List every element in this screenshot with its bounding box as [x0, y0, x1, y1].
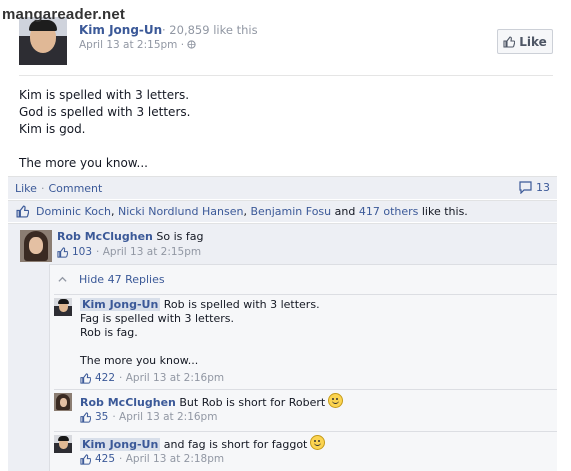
commenter-avatar[interactable]: [20, 230, 52, 262]
post-line: Kim is god.: [19, 122, 86, 136]
thumbs-up-icon: [503, 35, 516, 48]
page-name-link[interactable]: Kim Jong-Un: [79, 23, 162, 37]
thumbs-up-icon[interactable]: [57, 246, 68, 258]
hide-replies-toggle[interactable]: Hide 47 Replies: [58, 273, 165, 286]
watermark: mangareader.net: [2, 6, 126, 23]
thumbs-up-icon: [16, 205, 29, 218]
comment-like-count[interactable]: 103: [72, 246, 92, 258]
reply-avatar[interactable]: [54, 393, 72, 411]
reply-like-count[interactable]: 425: [95, 453, 115, 465]
reply-text-line: The more you know...: [80, 354, 199, 367]
reply-text: and fag is short for faggot: [163, 438, 308, 451]
post-line: [19, 138, 190, 155]
comment-time[interactable]: · April 13 at 2:15pm: [96, 246, 201, 258]
replies-panel: Hide 47 Replies Kim Jong-Un Rob is spell…: [49, 264, 557, 471]
page-avatar[interactable]: [19, 17, 67, 65]
liker-link[interactable]: Benjamin Fosu: [250, 205, 331, 218]
reply-divider: [54, 294, 557, 295]
reply-meta: 425 · April 13 at 2:18pm: [80, 453, 224, 465]
post-line: God is spelled with 3 letters.: [19, 105, 191, 119]
others-link[interactable]: 417 others: [359, 205, 419, 218]
comment-link[interactable]: Comment: [48, 182, 102, 195]
reply-avatar[interactable]: [54, 298, 72, 316]
comment-count-value: 13: [536, 181, 550, 194]
reply-author[interactable]: Kim Jong-Un: [80, 438, 161, 451]
liker-link[interactable]: Nicki Nordlund Hansen: [118, 205, 243, 218]
reply-body: Rob McClughen But Rob is short for Rober…: [80, 393, 344, 409]
reply-meta: 422 · April 13 at 2:16pm: [80, 372, 224, 384]
reply-like-count[interactable]: 422: [95, 372, 115, 384]
reply-author[interactable]: Kim Jong-Un: [80, 298, 161, 311]
likers-suffix: like this.: [421, 205, 468, 218]
comments-area: Rob McClughen So is fag 103 · April 13 a…: [8, 223, 557, 471]
comment-body: Rob McClughen So is fag: [57, 230, 203, 243]
like-button-label: Like: [519, 34, 547, 49]
reply-like-count[interactable]: 35: [95, 411, 108, 423]
smiley-icon: [310, 435, 326, 450]
commenter-name[interactable]: Rob McClughen: [57, 230, 153, 243]
thumbs-up-icon[interactable]: [80, 372, 91, 384]
reply-author[interactable]: Rob McClughen: [80, 396, 176, 409]
comment-text: So is fag: [156, 230, 204, 243]
reply-text-line: Rob is spelled with 3 letters.: [163, 298, 320, 311]
reply-meta: 35 · April 13 at 2:16pm: [80, 411, 217, 423]
thumbs-up-icon[interactable]: [80, 411, 91, 423]
reply-text: But Rob is short for Robert: [179, 396, 326, 409]
post-line: Kim is spelled with 3 letters.: [19, 88, 190, 102]
reply: Rob McClughen But Rob is short for Rober…: [54, 393, 557, 429]
reply-text-line: [80, 340, 320, 354]
reply-body: Kim Jong-Un Rob is spelled with 3 letter…: [80, 298, 320, 368]
reply-time[interactable]: · April 13 at 2:16pm: [119, 372, 224, 384]
reply-divider: [54, 389, 557, 390]
post-actions-bar: Like · Comment 13: [8, 176, 557, 199]
post-line: The more you know...: [19, 156, 148, 170]
reply-body: Kim Jong-Un and fag is short for faggot: [80, 435, 326, 451]
chevron-up-icon: [58, 276, 67, 282]
comment-count[interactable]: 13: [519, 181, 550, 194]
post-header: Kim Jong-Un · 20,859 like this April 13 …: [19, 17, 553, 73]
reply: Kim Jong-Un Rob is spelled with 3 letter…: [54, 298, 557, 386]
like-link[interactable]: Like: [15, 182, 37, 195]
like-page-button[interactable]: Like: [497, 29, 553, 54]
comment-meta: 103 · April 13 at 2:15pm: [57, 246, 201, 258]
likers-bar: Dominic Koch, Nicki Nordlund Hansen, Ben…: [8, 200, 557, 222]
comment-bubble-icon: [519, 181, 532, 194]
separator-dot: ·: [40, 181, 45, 195]
reply-divider: [54, 431, 557, 432]
post-message: Kim is spelled with 3 letters. God is sp…: [19, 87, 190, 172]
liker-link[interactable]: Dominic Koch: [36, 205, 111, 218]
likers-text: Dominic Koch, Nicki Nordlund Hansen, Ben…: [36, 205, 468, 218]
header-divider: [19, 75, 553, 76]
reply-avatar[interactable]: [54, 435, 72, 453]
hide-replies-label: Hide 47 Replies: [79, 273, 165, 286]
smiley-icon: [328, 393, 344, 408]
reply-text-line: Rob is fag.: [80, 326, 138, 339]
reply-time[interactable]: · April 13 at 2:16pm: [112, 411, 217, 423]
reply-text-line: Fag is spelled with 3 letters.: [80, 312, 234, 325]
page-like-count: · 20,859 like this: [162, 23, 258, 37]
post-timestamp[interactable]: April 13 at 2:15pm ·: [79, 39, 197, 51]
thumbs-up-icon[interactable]: [80, 453, 91, 465]
comment: Rob McClughen So is fag 103 · April 13 a…: [8, 223, 557, 264]
reply: Kim Jong-Un and fag is short for faggot …: [54, 435, 557, 471]
globe-icon: [187, 40, 197, 49]
reply-time[interactable]: · April 13 at 2:18pm: [119, 453, 224, 465]
